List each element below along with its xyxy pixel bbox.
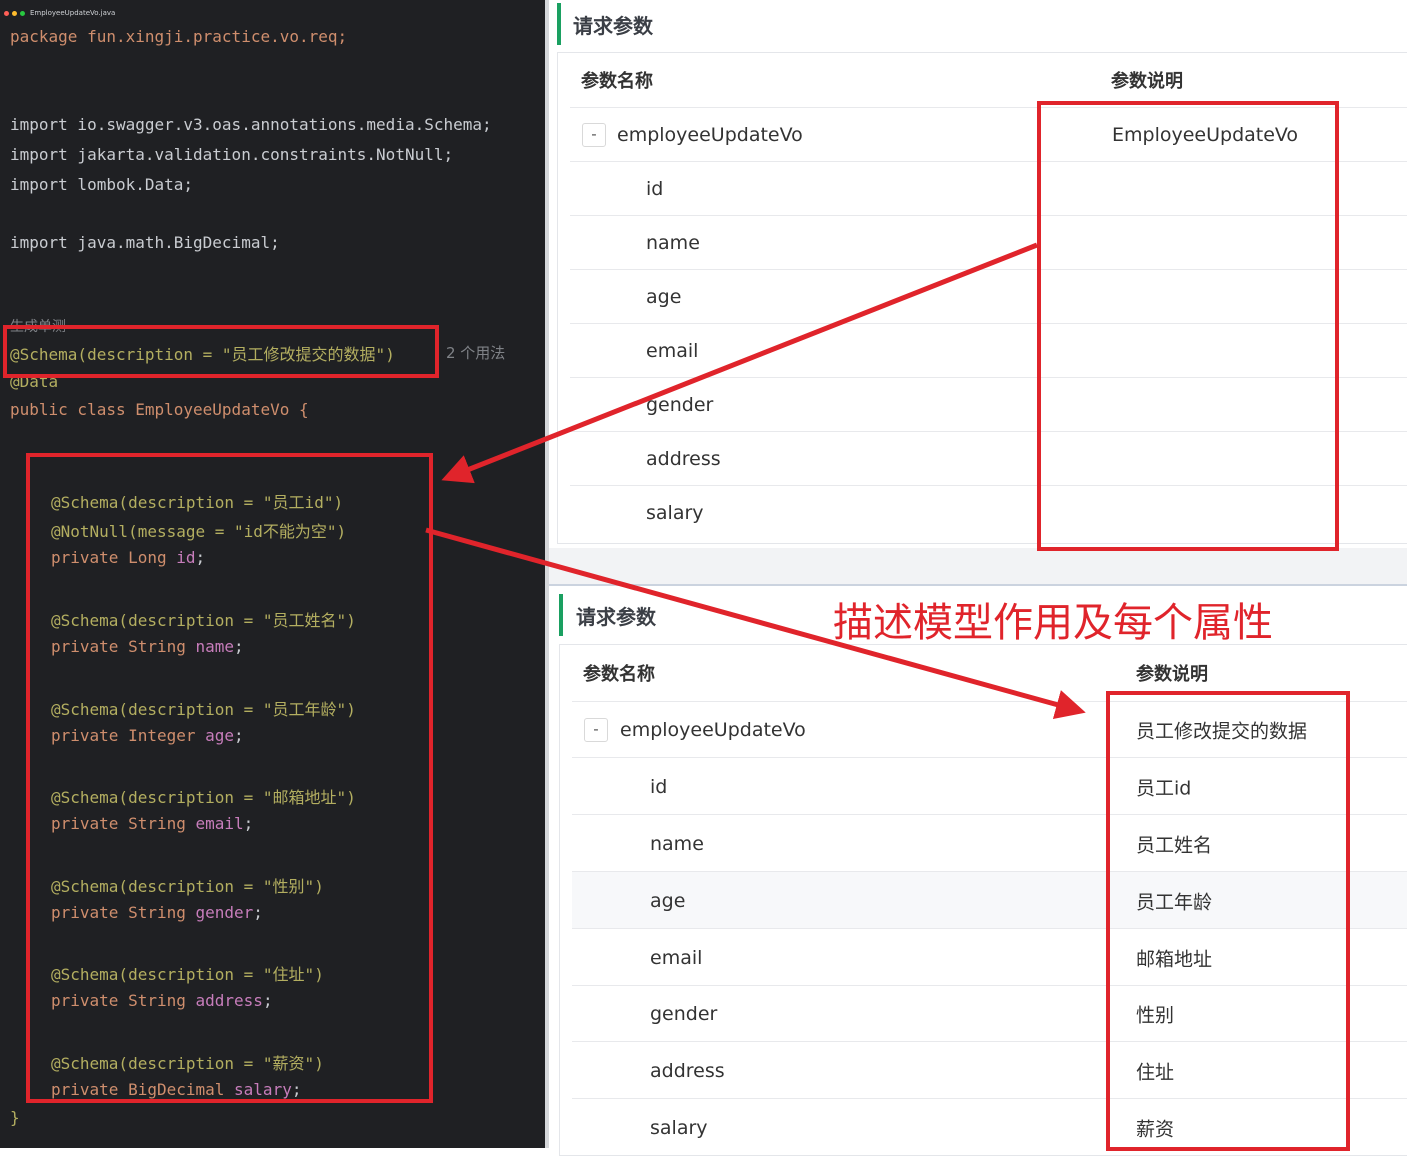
annotation-caption: 描述模型作用及每个属性 [833, 600, 1273, 646]
arrow-to-fields [441, 242, 1038, 484]
annotation-arrows [425, 242, 1086, 720]
